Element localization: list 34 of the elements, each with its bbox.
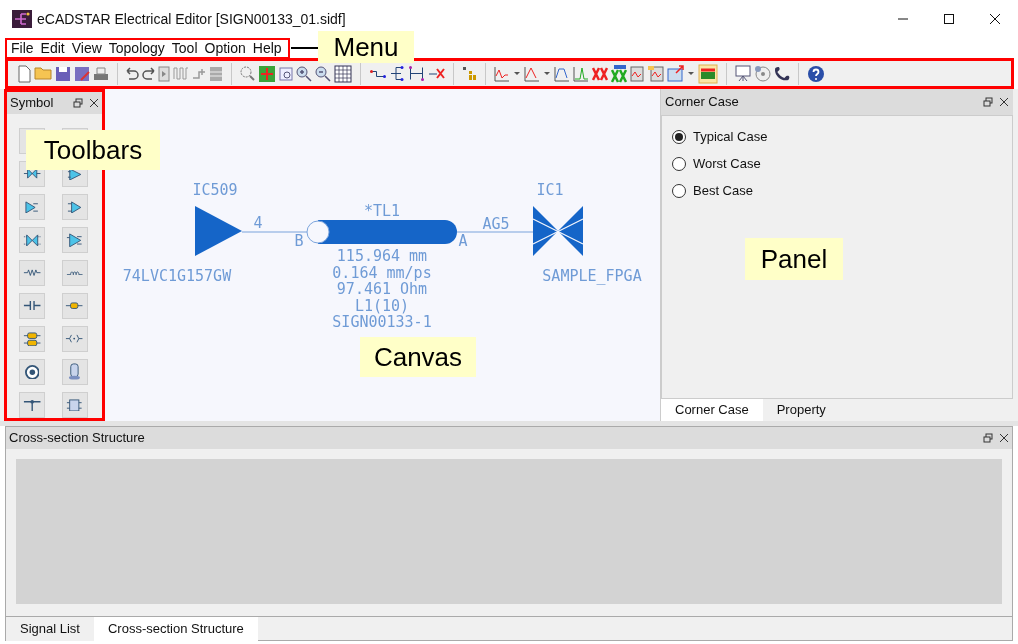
line-property: L1(10) bbox=[354, 296, 410, 315]
panel-title: Symbol bbox=[10, 94, 54, 113]
menu-item[interactable]: View bbox=[71, 38, 102, 59]
line-property: 97.461 Ohm bbox=[336, 280, 428, 298]
line-property: 115.964 mm bbox=[336, 247, 428, 265]
part-name: 74LVC1G157GW bbox=[122, 267, 232, 285]
pin-label: 4 bbox=[253, 214, 263, 232]
radio-option[interactable]: Typical Case bbox=[672, 127, 1012, 146]
radio-option[interactable]: Best Case bbox=[672, 181, 1012, 200]
component-ref: IC1 bbox=[536, 181, 564, 199]
tab[interactable]: Cross-section Structure bbox=[94, 617, 258, 641]
panel-title: Cross-section Structure bbox=[9, 429, 145, 448]
component-ref: IC509 bbox=[192, 181, 238, 199]
callout-tooltip: Menu bbox=[318, 31, 414, 63]
menu-item[interactable]: Edit bbox=[40, 38, 65, 59]
line-name: *TL1 bbox=[363, 202, 401, 220]
pin-label: AG5 bbox=[482, 215, 510, 233]
radio-option[interactable]: Worst Case bbox=[672, 154, 1012, 173]
window-title: eCADSTAR Electrical Editor [SIGN00133_01.sidf] bbox=[37, 9, 346, 29]
menu-item[interactable]: Option bbox=[204, 38, 246, 59]
menu-item[interactable]: Help bbox=[252, 38, 282, 59]
menu-item[interactable]: Topology bbox=[108, 38, 165, 59]
menu-item[interactable]: Tool bbox=[171, 38, 198, 59]
pin-label: A bbox=[458, 232, 468, 250]
menu-item[interactable]: File bbox=[11, 38, 34, 59]
panel-title: Corner Case bbox=[665, 93, 739, 112]
callout-tooltip: Toolbars bbox=[26, 130, 160, 170]
tab[interactable]: Corner Case bbox=[661, 399, 763, 421]
callout-tooltip: Panel bbox=[745, 238, 843, 280]
part-name: SAMPLE_FPGA bbox=[542, 267, 642, 285]
line-property: 0.164 mm/ps bbox=[332, 263, 432, 282]
pin-label: B bbox=[294, 232, 304, 250]
callout-tooltip: Canvas bbox=[360, 337, 476, 377]
line-property: SIGN00133-1 bbox=[332, 313, 432, 331]
